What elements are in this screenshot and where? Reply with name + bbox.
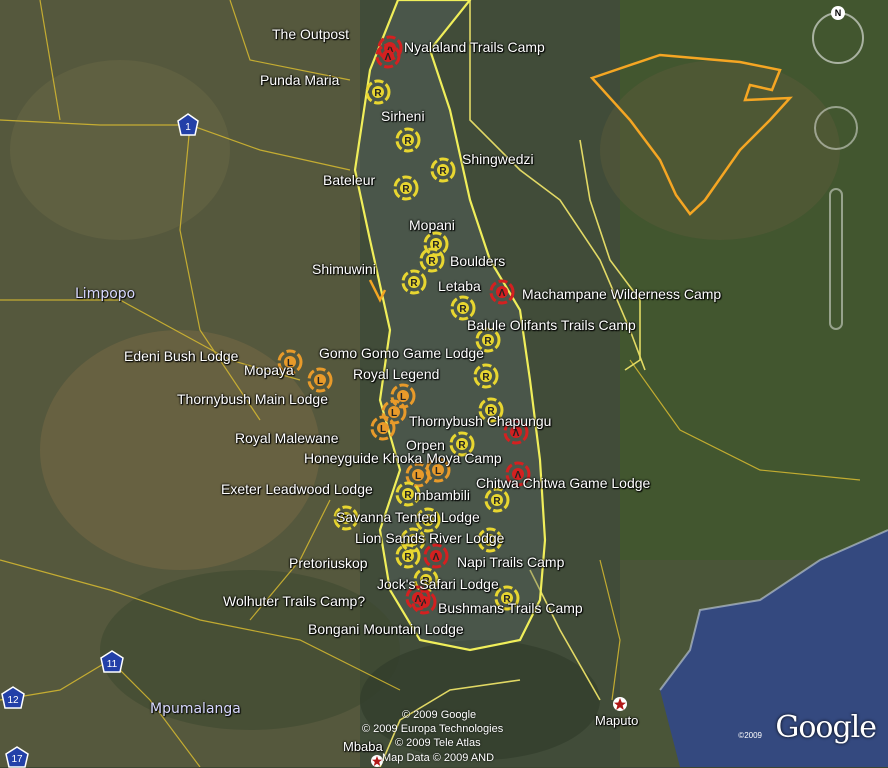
city-label-maputo[interactable]: Maputo — [595, 714, 638, 727]
svg-text:Λ: Λ — [385, 52, 392, 63]
svg-text:Λ: Λ — [433, 552, 440, 563]
place-label[interactable]: Mopani — [409, 218, 455, 232]
place-label[interactable]: Edeni Bush Lodge — [124, 349, 238, 363]
google-logo: Google — [775, 710, 877, 745]
place-label[interactable]: Shimuwini — [312, 262, 376, 276]
place-label[interactable]: Bateleur — [323, 173, 375, 187]
highway-shield-17: 17 — [5, 746, 29, 768]
svg-text:R: R — [374, 88, 382, 99]
svg-text:L: L — [317, 376, 323, 387]
svg-text:12: 12 — [7, 695, 19, 706]
highway-shield-11: 11 — [100, 650, 124, 673]
svg-text:Λ: Λ — [499, 288, 506, 299]
place-label[interactable]: Punda Maria — [260, 73, 339, 87]
place-label[interactable]: Boulders — [450, 254, 505, 268]
svg-text:L: L — [415, 471, 421, 482]
place-label[interactable]: Mopaya — [244, 363, 294, 377]
place-label[interactable]: Thornybush Chapungu — [409, 414, 551, 428]
city-label-mbabane[interactable]: Mbaba — [343, 740, 383, 753]
copyright-europa: © 2009 Europa Technologies — [362, 723, 504, 735]
svg-text:11: 11 — [107, 659, 118, 670]
place-label[interactable]: Napi Trails Camp — [457, 555, 564, 569]
svg-text:L: L — [391, 408, 397, 419]
svg-text:R: R — [404, 136, 412, 147]
place-label[interactable]: Jock's Safari Lodge — [377, 577, 499, 591]
place-label[interactable]: Bushmans Trails Camp — [438, 601, 583, 615]
svg-text:Λ: Λ — [513, 428, 520, 439]
place-label[interactable]: Honeyguide Khoka Moya Camp — [304, 451, 502, 465]
place-label[interactable]: Savanna Tented Lodge — [336, 510, 480, 524]
place-label[interactable]: Sirheni — [381, 109, 425, 123]
place-label[interactable]: mbambili — [414, 488, 470, 502]
move-joystick-icon[interactable] — [814, 106, 858, 150]
svg-text:1: 1 — [185, 122, 191, 133]
region-label-limpopo: Limpopo — [75, 286, 136, 302]
place-label[interactable]: Royal Malewane — [235, 431, 339, 445]
place-label[interactable]: Machampane Wilderness Camp — [522, 287, 721, 301]
place-label[interactable]: Balule Olifants Trails Camp — [467, 318, 636, 332]
svg-text:R: R — [402, 184, 410, 195]
svg-text:R: R — [459, 304, 467, 315]
place-label[interactable]: Shingwedzi — [462, 152, 534, 166]
svg-text:L: L — [380, 424, 386, 435]
place-label[interactable]: Gomo Gomo Game Lodge — [319, 346, 484, 360]
svg-text:L: L — [435, 466, 441, 477]
svg-text:R: R — [482, 372, 490, 383]
place-label[interactable]: Lion Sands River Lodge — [355, 531, 504, 545]
place-label[interactable]: Pretoriuskop — [289, 556, 368, 570]
svg-text:R: R — [404, 552, 412, 563]
place-label[interactable]: Bongani Mountain Lodge — [308, 622, 464, 636]
copyright-teleatlas: © 2009 Tele Atlas — [395, 737, 481, 749]
svg-text:R: R — [410, 278, 418, 289]
place-label[interactable]: Thornybush Main Lodge — [177, 392, 328, 406]
highway-shield-1: 1 — [177, 113, 199, 136]
place-label[interactable]: The Outpost — [272, 27, 349, 41]
highway-shield-12: 12 — [1, 686, 25, 709]
place-label[interactable]: Royal Legend — [353, 367, 439, 381]
copyright-mapdata: Map Data © 2009 AND — [382, 752, 495, 764]
logo-year: ©2009 — [738, 731, 762, 740]
city-star-icon[interactable] — [612, 696, 628, 712]
copyright-google: © 2009 Google — [402, 709, 477, 721]
north-indicator-icon[interactable]: N — [831, 6, 845, 20]
svg-text:R: R — [493, 496, 501, 507]
svg-text:R: R — [439, 166, 447, 177]
svg-text:R: R — [484, 336, 492, 347]
place-label[interactable]: Letaba — [438, 279, 481, 293]
svg-text:R: R — [404, 490, 412, 501]
zoom-slider[interactable] — [829, 188, 843, 330]
svg-text:Λ: Λ — [415, 594, 422, 605]
region-label-mpumalanga: Mpumalanga — [150, 701, 241, 717]
place-label[interactable]: Nyalaland Trails Camp — [404, 40, 545, 54]
svg-text:17: 17 — [11, 754, 23, 765]
place-label[interactable]: Exeter Leadwood Lodge — [221, 482, 373, 496]
place-label[interactable]: Wolhuter Trails Camp? — [223, 594, 365, 608]
place-label[interactable]: Chitwa Chitwa Game Lodge — [476, 476, 650, 490]
satellite-map[interactable]: ΛΛRRRRRRRΛRRLLLLLRRΛRLL ΛRRRRR ΛRRΛΛ RR — [0, 0, 888, 767]
svg-text:L: L — [400, 392, 406, 403]
svg-text:R: R — [428, 256, 436, 267]
